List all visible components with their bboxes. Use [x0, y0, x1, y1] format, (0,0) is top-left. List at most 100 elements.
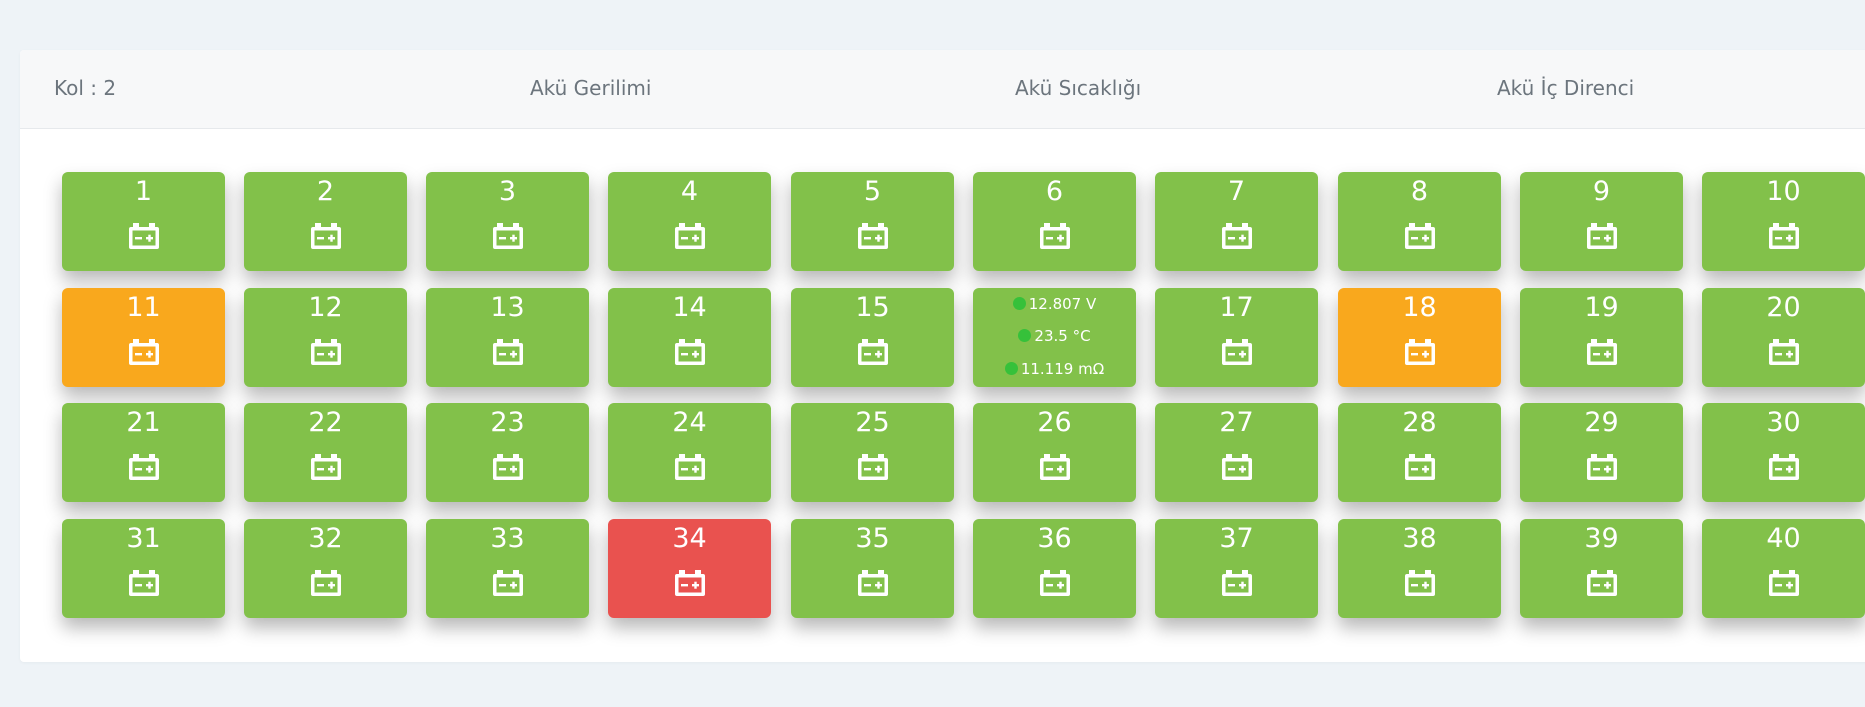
temperature-column-header: Akü Sıcaklığı — [1015, 76, 1142, 100]
battery-number: 4 — [680, 176, 699, 207]
battery-cell[interactable]: 25 — [791, 403, 954, 502]
battery-cell[interactable]: 29 — [1520, 403, 1683, 502]
battery-cell[interactable]: 39 — [1520, 519, 1683, 618]
car-battery-icon — [1768, 223, 1799, 249]
resistance-reading: 11.119 mΩ — [973, 359, 1136, 379]
battery-number: 11 — [126, 292, 161, 323]
car-battery-icon — [1039, 454, 1070, 480]
battery-cell[interactable]: 28 — [1338, 403, 1501, 502]
car-battery-icon — [128, 454, 159, 480]
battery-number: 30 — [1766, 407, 1801, 438]
battery-number: 21 — [126, 407, 161, 438]
battery-cell[interactable]: 31 — [62, 519, 225, 618]
car-battery-icon — [1768, 570, 1799, 596]
battery-number: 17 — [1219, 292, 1254, 323]
battery-cell[interactable]: 5 — [791, 172, 954, 271]
car-battery-icon — [1221, 570, 1252, 596]
battery-cell[interactable]: 33 — [426, 519, 589, 618]
car-battery-icon — [310, 570, 341, 596]
battery-number: 27 — [1219, 407, 1254, 438]
battery-cell[interactable]: 18 — [1338, 288, 1501, 387]
battery-number: 32 — [308, 523, 343, 554]
battery-number: 9 — [1592, 176, 1611, 207]
status-indicator-dot — [1018, 329, 1032, 342]
car-battery-icon — [310, 223, 341, 249]
resistance-reading-value: 11.119 mΩ — [1020, 360, 1105, 378]
battery-cell[interactable]: 12 — [244, 288, 407, 387]
battery-cell[interactable]: 7 — [1155, 172, 1318, 271]
battery-cell[interactable]: 1 — [62, 172, 225, 271]
battery-cell[interactable]: 19 — [1520, 288, 1683, 387]
battery-number: 20 — [1766, 292, 1801, 323]
battery-string-panel: Kol : 2 Akü Gerilimi Akü Sıcaklığı Akü İ… — [20, 50, 1865, 662]
car-battery-icon — [492, 570, 523, 596]
car-battery-icon — [857, 570, 888, 596]
battery-number: 1 — [134, 176, 153, 207]
car-battery-icon — [1586, 339, 1617, 365]
battery-cell[interactable]: 3 — [426, 172, 589, 271]
car-battery-icon — [1404, 339, 1435, 365]
battery-cell[interactable]: 9 — [1520, 172, 1683, 271]
battery-cell[interactable]: 6 — [973, 172, 1136, 271]
battery-cell[interactable]: 30 — [1702, 403, 1865, 502]
battery-cell[interactable]: 40 — [1702, 519, 1865, 618]
car-battery-icon — [1586, 223, 1617, 249]
battery-cell[interactable]: 22 — [244, 403, 407, 502]
voltage-column-header: Akü Gerilimi — [530, 76, 652, 100]
battery-cell[interactable]: 4 — [608, 172, 771, 271]
battery-cell[interactable]: 34 — [608, 519, 771, 618]
car-battery-icon — [1404, 223, 1435, 249]
battery-cell[interactable]: 15 — [791, 288, 954, 387]
car-battery-icon — [1586, 454, 1617, 480]
battery-number: 22 — [308, 407, 343, 438]
battery-cell[interactable]: 21 — [62, 403, 225, 502]
battery-cell[interactable]: 23 — [426, 403, 589, 502]
status-indicator-dot — [1012, 297, 1026, 310]
battery-number: 18 — [1402, 292, 1437, 323]
car-battery-icon — [310, 339, 341, 365]
battery-number: 28 — [1402, 407, 1437, 438]
battery-cell[interactable]: 37 — [1155, 519, 1318, 618]
voltage-reading: 12.807 V — [973, 294, 1136, 314]
panel-header: Kol : 2 Akü Gerilimi Akü Sıcaklığı Akü İ… — [20, 50, 1865, 129]
car-battery-icon — [674, 339, 705, 365]
car-battery-icon — [310, 454, 341, 480]
battery-number: 39 — [1584, 523, 1619, 554]
battery-cell[interactable]: 35 — [791, 519, 954, 618]
battery-number: 23 — [490, 407, 525, 438]
battery-cell[interactable]: 11 — [62, 288, 225, 387]
battery-cell[interactable]: 36 — [973, 519, 1136, 618]
battery-cell[interactable]: 27 — [1155, 403, 1318, 502]
battery-cell[interactable]: 10 — [1702, 172, 1865, 271]
battery-cell[interactable]: 12.807 V 23.5 °C 11.119 mΩ — [973, 288, 1136, 387]
battery-cell[interactable]: 14 — [608, 288, 771, 387]
car-battery-icon — [1039, 223, 1070, 249]
battery-number: 7 — [1227, 176, 1246, 207]
battery-number: 10 — [1766, 176, 1801, 207]
battery-number: 19 — [1584, 292, 1619, 323]
string-label: Kol : 2 — [54, 76, 117, 100]
battery-cell[interactable]: 2 — [244, 172, 407, 271]
battery-cell[interactable]: 17 — [1155, 288, 1318, 387]
battery-cell[interactable]: 13 — [426, 288, 589, 387]
battery-cell[interactable]: 38 — [1338, 519, 1501, 618]
battery-cell[interactable]: 20 — [1702, 288, 1865, 387]
battery-number: 34 — [672, 523, 707, 554]
battery-cell[interactable]: 32 — [244, 519, 407, 618]
battery-cell[interactable]: 26 — [973, 403, 1136, 502]
car-battery-icon — [492, 454, 523, 480]
battery-cell[interactable]: 24 — [608, 403, 771, 502]
battery-number: 8 — [1410, 176, 1429, 207]
voltage-reading-value: 12.807 V — [1028, 295, 1097, 313]
battery-number: 13 — [490, 292, 525, 323]
car-battery-icon — [674, 223, 705, 249]
car-battery-icon — [1221, 454, 1252, 480]
car-battery-icon — [1404, 454, 1435, 480]
battery-number: 35 — [855, 523, 890, 554]
battery-number: 31 — [126, 523, 161, 554]
car-battery-icon — [674, 570, 705, 596]
battery-number: 15 — [855, 292, 890, 323]
battery-number: 25 — [855, 407, 890, 438]
battery-cell[interactable]: 8 — [1338, 172, 1501, 271]
temperature-reading-value: 23.5 °C — [1034, 327, 1091, 345]
